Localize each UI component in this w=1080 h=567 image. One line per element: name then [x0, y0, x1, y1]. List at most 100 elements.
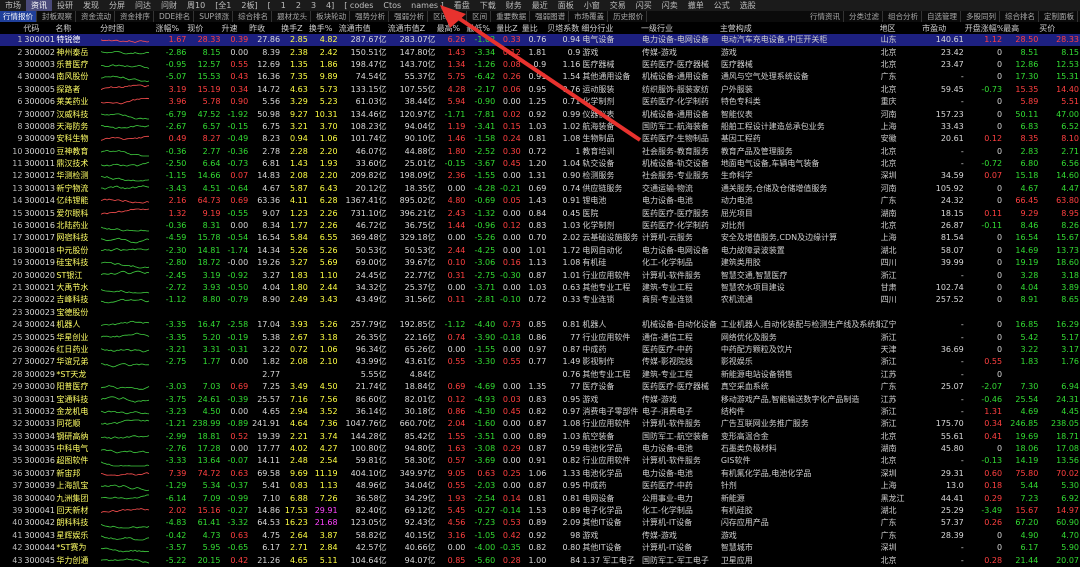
- stock-name-cell[interactable]: 星辉娱乐: [55, 530, 100, 542]
- toolbar-tab[interactable]: 历史报价: [610, 11, 648, 22]
- intraday-chart-cell[interactable]: [100, 331, 155, 343]
- menu-item[interactable]: 2板]: [236, 0, 262, 11]
- stock-name-cell[interactable]: 汉威科技: [55, 108, 100, 120]
- table-row[interactable]: 4 300004 南风股份 -5.07 15.53 0.43 16.36 7.35 9.89 74…: [0, 71, 1080, 83]
- toolbar-tab[interactable]: 组合分析: [885, 11, 922, 22]
- intraday-chart-cell[interactable]: [100, 418, 155, 430]
- stock-name-cell[interactable]: 回天新材: [55, 505, 100, 517]
- stock-name-cell[interactable]: 豆神教育: [55, 146, 100, 158]
- stock-code-cell[interactable]: 300024: [23, 319, 55, 331]
- menu-item[interactable]: Ctos: [378, 0, 406, 11]
- intraday-chart-cell[interactable]: [100, 468, 155, 480]
- intraday-chart-cell[interactable]: [100, 46, 155, 58]
- stock-code-cell[interactable]: 300005: [23, 84, 55, 96]
- table-row[interactable]: 33 300034 钢研高纳 -2.99 18.81 0.52 19.39 2.21 3.74 1…: [0, 431, 1080, 443]
- column-header[interactable]: 涨幅%: [155, 23, 188, 34]
- column-header[interactable]: [0, 23, 24, 34]
- table-row[interactable]: 20 300020 ST银江 -2.45 3.19 -0.92 3.27 1.83 1.10 24…: [0, 269, 1080, 281]
- table-row[interactable]: 14 300014 亿纬锂能 2.16 64.73 0.69 63.36 4.11 6.28 13…: [0, 195, 1080, 207]
- toolbar-tab[interactable]: SUP领涨: [196, 11, 234, 22]
- intraday-chart-cell[interactable]: [100, 133, 155, 145]
- column-header[interactable]: 流通市值Z: [387, 23, 437, 34]
- toolbar-tab[interactable]: 强弱分析: [391, 11, 429, 22]
- table-row[interactable]: 1 300001 特锐德 1.67 28.33 0.39 27.86 2.85 4.82 287.…: [0, 34, 1080, 47]
- column-header[interactable]: 流通市值: [338, 23, 388, 34]
- stock-code-cell[interactable]: 300023: [23, 307, 55, 319]
- table-row[interactable]: 27 300027 华谊兄弟 -2.75 1.77 0.00 1.82 2.08 2.10 43.…: [0, 356, 1080, 368]
- intraday-chart-cell[interactable]: [100, 480, 155, 492]
- column-header[interactable]: 最高%: [436, 23, 467, 34]
- stock-code-cell[interactable]: 300035: [23, 443, 55, 455]
- stock-name-cell[interactable]: 华谊兄弟: [55, 356, 100, 368]
- column-header[interactable]: 换手%: [308, 23, 339, 34]
- column-header[interactable]: 开盘涨幅%: [964, 23, 1004, 34]
- toolbar-tab[interactable]: 区间分析: [430, 11, 468, 22]
- stock-code-cell[interactable]: 300012: [23, 170, 55, 182]
- table-row[interactable]: 11 300011 鼎汉技术 -2.50 6.64 -0.73 6.81 1.43 1.93 33…: [0, 158, 1080, 170]
- stock-name-cell[interactable]: 华力创通: [55, 554, 100, 566]
- column-header[interactable]: 分时图: [100, 23, 156, 34]
- table-row[interactable]: 38 300040 九洲集团 -6.14 7.09 -0.99 7.10 6.88 7.26 36…: [0, 492, 1080, 504]
- stock-code-cell[interactable]: 300018: [23, 245, 55, 257]
- toolbar-tab[interactable]: 定制面板: [1041, 11, 1078, 22]
- stock-name-cell[interactable]: 网宿科技: [55, 232, 100, 244]
- table-row[interactable]: 3 300003 乐普医疗 -0.95 12.57 0.55 12.69 1.35 1.86 19…: [0, 59, 1080, 71]
- menu-item[interactable]: [ codes: [339, 0, 378, 11]
- intraday-chart-cell[interactable]: [100, 71, 155, 83]
- table-row[interactable]: 18 300018 中元股份 -2.30 14.81 -1.74 14.34 5.26 5.26…: [0, 245, 1080, 257]
- intraday-chart-cell[interactable]: [100, 319, 155, 331]
- menu-item[interactable]: 周10: [182, 0, 210, 11]
- table-row[interactable]: 19 300019 硅宝科技 -2.80 18.72 -0.00 19.26 3.27 5.69…: [0, 257, 1080, 269]
- column-header[interactable]: 市盈动: [922, 23, 965, 34]
- stock-name-cell[interactable]: *ST天龙: [55, 369, 100, 381]
- intraday-chart-cell[interactable]: [100, 356, 155, 368]
- table-row[interactable]: 22 300022 吉峰科技 -1.12 8.80 -0.79 8.90 2.49 3.43 43…: [0, 294, 1080, 306]
- table-row[interactable]: 39 300041 回天新材 2.02 15.16 -0.27 14.86 17.53 29.9…: [0, 505, 1080, 517]
- menu-item[interactable]: 闪买: [631, 0, 657, 11]
- intraday-chart-cell[interactable]: [100, 406, 155, 418]
- stock-name-cell[interactable]: 中科电气: [55, 443, 100, 455]
- menu-item[interactable]: 3: [306, 0, 321, 11]
- table-row[interactable]: 36 300037 新宙邦 7.39 74.72 0.63 69.58 9.69 11.19 40…: [0, 468, 1080, 480]
- intraday-chart-cell[interactable]: [100, 170, 155, 182]
- table-row[interactable]: 40 300042 朗科科技 -4.83 61.41 -3.32 64.53 16.23 21.…: [0, 517, 1080, 529]
- stock-name-cell[interactable]: 上海凯宝: [55, 480, 100, 492]
- stock-name-cell[interactable]: 朗科科技: [55, 517, 100, 529]
- stock-code-cell[interactable]: 300016: [23, 220, 55, 232]
- table-row[interactable]: 34 300035 中科电气 -2.76 17.28 0.00 17.77 4.02 4.27 1…: [0, 443, 1080, 455]
- column-header[interactable]: 最高: [1003, 23, 1040, 34]
- table-row[interactable]: 23 300023 宝德股份: [0, 307, 1080, 319]
- stock-code-cell[interactable]: 300040: [23, 492, 55, 504]
- intraday-chart-cell[interactable]: [100, 530, 155, 542]
- stock-code-cell[interactable]: 300033: [23, 418, 55, 430]
- toolbar-tab[interactable]: 资金排序: [117, 11, 154, 22]
- intraday-chart-cell[interactable]: [100, 108, 155, 120]
- stock-name-cell[interactable]: 乐普医疗: [55, 59, 100, 71]
- column-header[interactable]: 买价: [1039, 23, 1080, 34]
- table-row[interactable]: 41 300043 星辉娱乐 -0.42 4.73 0.63 4.75 2.64 3.87 58.…: [0, 530, 1080, 542]
- intraday-chart-cell[interactable]: [100, 517, 155, 529]
- toolbar-tab[interactable]: 重要数据: [493, 11, 531, 22]
- toolbar-tab[interactable]: 综合排名: [235, 11, 273, 22]
- toolbar-tab[interactable]: 封板观察: [39, 11, 76, 22]
- stock-name-cell[interactable]: 华测检测: [55, 170, 100, 182]
- table-row[interactable]: 25 300025 华星创业 -3.35 5.20 -0.19 5.38 2.67 3.18 26…: [0, 331, 1080, 343]
- menu-item[interactable]: 问财: [156, 0, 182, 11]
- stock-code-cell[interactable]: 300044: [23, 542, 55, 554]
- table-row[interactable]: 32 300033 同花顺 -1.21 238.99 -0.89 241.91 4.64 7.3…: [0, 418, 1080, 430]
- stock-name-cell[interactable]: 新宁物流: [55, 183, 100, 195]
- stock-code-cell[interactable]: 300036: [23, 455, 55, 467]
- intraday-chart-cell[interactable]: [100, 195, 155, 207]
- menu-item[interactable]: 看盘: [449, 0, 475, 11]
- table-row[interactable]: 17 300017 网宿科技 -4.59 15.78 -0.54 16.54 5.84 6.55…: [0, 232, 1080, 244]
- menu-item[interactable]: [全1: [210, 0, 236, 11]
- stock-code-cell[interactable]: 300008: [23, 121, 55, 133]
- intraday-chart-cell[interactable]: [100, 207, 155, 219]
- column-header[interactable]: 最低%: [466, 23, 497, 34]
- column-header[interactable]: 换手Z: [281, 23, 309, 34]
- intraday-chart-cell[interactable]: [100, 455, 155, 467]
- intraday-chart-cell[interactable]: [100, 431, 155, 443]
- stock-name-cell[interactable]: 金龙机电: [55, 406, 100, 418]
- intraday-chart-cell[interactable]: [100, 381, 155, 393]
- stock-name-cell[interactable]: 吉峰科技: [55, 294, 100, 306]
